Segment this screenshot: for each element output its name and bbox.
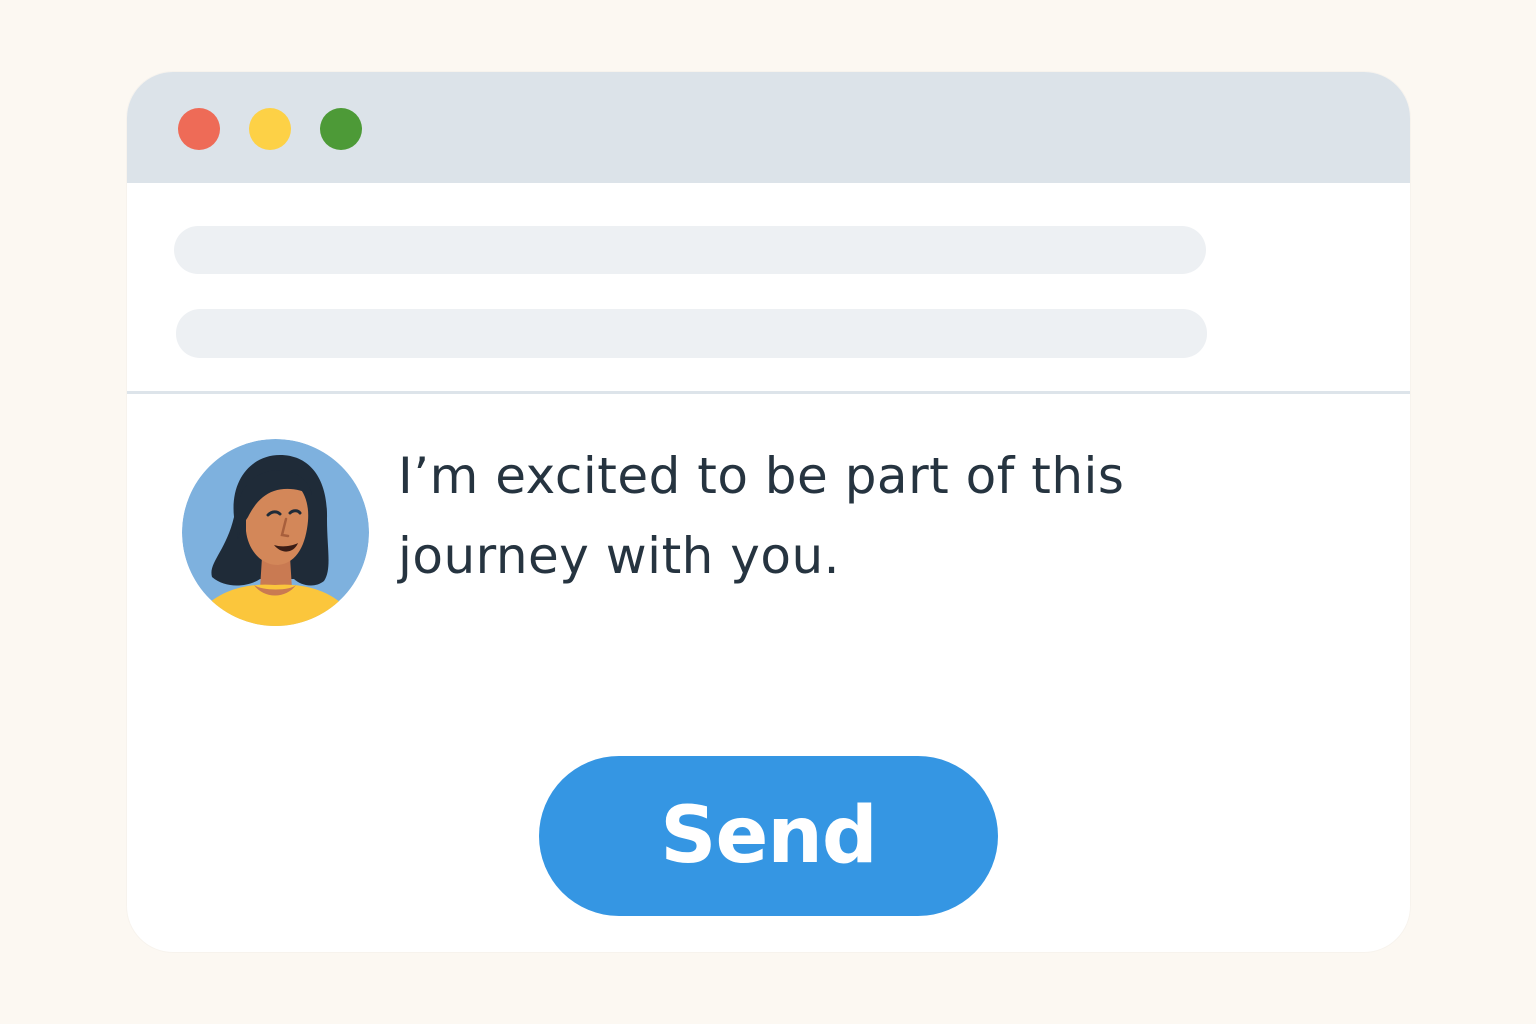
close-window-button[interactable] <box>178 108 220 150</box>
divider <box>127 391 1410 394</box>
app-window: I’m excited to be part of this journey w… <box>127 72 1410 952</box>
text-field-2[interactable] <box>176 309 1207 358</box>
user-avatar-icon <box>182 439 369 626</box>
maximize-window-button[interactable] <box>320 108 362 150</box>
chat-message-text: I’m excited to be part of this journey w… <box>398 447 1125 585</box>
send-button[interactable]: Send <box>539 756 998 916</box>
minimize-window-button[interactable] <box>249 108 291 150</box>
title-bar <box>127 72 1410 183</box>
text-field-1[interactable] <box>174 226 1206 274</box>
